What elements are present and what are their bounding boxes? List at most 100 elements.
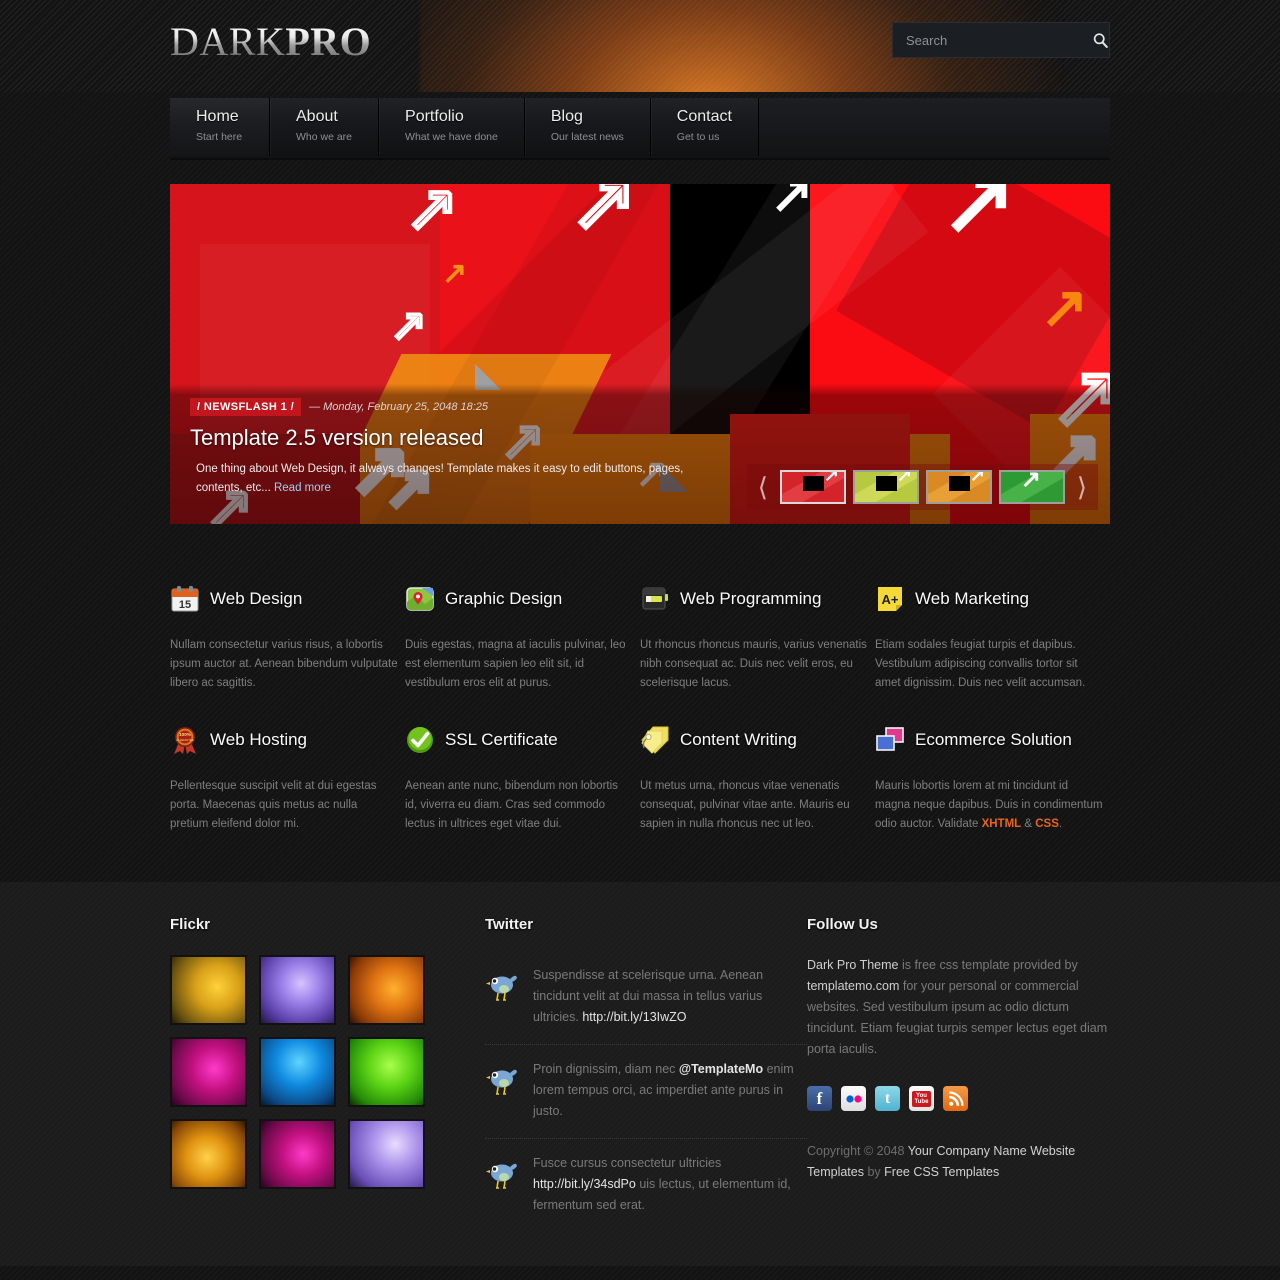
tweet-before: Proin dignissim, diam nec — [533, 1062, 679, 1076]
xhtml-link[interactable]: XHTML — [982, 818, 1022, 830]
copyright-pre: Copyright © 2048 — [807, 1144, 908, 1158]
tweet-text: Fusce cursus consectetur ultricies http:… — [533, 1153, 807, 1216]
nav-item-contact[interactable]: Contact Get to us — [650, 98, 759, 156]
service-title[interactable]: Web Hosting — [210, 730, 307, 750]
service-title[interactable]: SSL Certificate — [445, 730, 558, 750]
service-text-mid: & — [1021, 818, 1036, 830]
svg-text:A+: A+ — [882, 592, 899, 607]
flickr-heading: Flickr — [170, 916, 211, 933]
rss-icon[interactable] — [943, 1086, 968, 1111]
css-link[interactable]: CSS — [1035, 818, 1059, 830]
nav-item-home[interactable]: Home Start here — [170, 98, 270, 156]
nav-label: About — [296, 108, 338, 125]
battery-icon — [640, 584, 670, 614]
map-pin-icon — [405, 584, 435, 614]
company-name-link[interactable]: Your Company Name — [908, 1144, 1027, 1158]
grade-note-icon: A+ — [875, 584, 905, 614]
slide-text: One thing about Web Design, it always ch… — [190, 460, 685, 498]
slider-next-button[interactable]: ⟩ — [1072, 474, 1092, 500]
service-title[interactable]: Ecommerce Solution — [915, 730, 1072, 750]
svg-text:15: 15 — [179, 599, 191, 611]
service-text: Ut metus urna, rhoncus vitae venenatis c… — [640, 780, 850, 830]
tweet-link[interactable]: http://bit.ly/13IwZO — [582, 1010, 686, 1024]
flickr-icon[interactable] — [841, 1086, 866, 1111]
slide-thumb-4[interactable]: ↗ — [998, 470, 1065, 504]
copyright-by: by — [863, 1165, 885, 1179]
nav-sublabel: Get to us — [676, 131, 720, 143]
flickr-thumb-7[interactable] — [170, 1119, 247, 1189]
nav-sublabel: What we have done — [405, 131, 498, 143]
tweet-text: Proin dignissim, diam nec @TemplateMo en… — [533, 1059, 807, 1122]
service-title[interactable]: Web Design — [210, 589, 302, 609]
site-header: DARKPRO — [0, 0, 1280, 92]
nav-item-portfolio[interactable]: Portfolio What we have done — [379, 98, 525, 156]
windows-icon — [875, 725, 905, 755]
slide-thumb-3[interactable]: ↗ — [925, 470, 992, 504]
main-navigation: Home Start here About Who we are Portfol… — [170, 98, 1110, 160]
youtube-icon[interactable]: You Tube — [909, 1086, 934, 1111]
service-web-programming: Web Programming Ut rhoncus rhoncus mauri… — [640, 584, 868, 693]
facebook-icon[interactable]: f — [807, 1086, 832, 1111]
slide-date: — Monday, February 25, 2048 18:25 — [309, 401, 489, 413]
flickr-thumb-3[interactable] — [348, 955, 425, 1025]
follow-mid: is free css template provided by — [898, 958, 1078, 972]
flickr-thumb-1[interactable] — [170, 955, 247, 1025]
flickr-thumb-6[interactable] — [348, 1037, 425, 1107]
nav-label: Portfolio — [405, 108, 464, 125]
templatemo-link[interactable]: templatemo.com — [807, 979, 899, 993]
tweet-item: Suspendisse at scelerisque urna. Aenean … — [485, 955, 807, 1045]
flickr-thumb-2[interactable] — [259, 955, 336, 1025]
theme-name-link[interactable]: Dark Pro Theme — [807, 958, 898, 972]
slide-title[interactable]: Template 2.5 version released — [190, 425, 1090, 451]
twitter-heading: Twitter — [485, 916, 534, 933]
featured-slider[interactable]: ↗ ↗ ↗ ↗ ↗ ↗ ↗ ↗ ↗ ↗ ↗ ↗ ↗ ↗ / NEWSFLASH … — [170, 184, 1110, 524]
tweet-text: Suspendisse at scelerisque urna. Aenean … — [533, 965, 807, 1028]
site-footer: Flickr Twitter Suspendisse at scelerisqu… — [0, 882, 1280, 1266]
free-css-templates-link[interactable]: Free CSS Templates — [884, 1165, 999, 1179]
twitter-icon[interactable]: t — [875, 1086, 900, 1111]
slide-thumb-1[interactable]: ↗ — [779, 470, 846, 504]
flickr-thumb-9[interactable] — [348, 1119, 425, 1189]
service-text: Aenean ante nunc, bibendum non lobortis … — [405, 780, 618, 830]
footer-twitter-column: Twitter Suspendisse at scelerisque urna.… — [485, 916, 807, 1236]
service-text-after: . — [1058, 818, 1063, 830]
slide-badge: / NEWSFLASH 1 / — [190, 398, 302, 416]
search-box[interactable] — [892, 22, 1110, 58]
twitter-bird-icon — [485, 1063, 521, 1097]
service-text: Duis egestas, magna at iaculis pulvinar,… — [405, 639, 626, 689]
tweet-item: Fusce cursus consectetur ultricies http:… — [485, 1143, 807, 1232]
twitter-bird-icon — [485, 969, 521, 1003]
service-title[interactable]: Graphic Design — [445, 589, 562, 609]
twitter-bird-icon — [485, 1157, 521, 1191]
slide-thumb-2[interactable]: ↗ — [852, 470, 919, 504]
site-logo[interactable]: DARKPRO — [170, 22, 371, 62]
flickr-thumb-5[interactable] — [259, 1037, 336, 1107]
search-input[interactable] — [893, 32, 1092, 48]
search-button[interactable] — [1092, 23, 1109, 57]
check-circle-icon — [405, 725, 435, 755]
nav-item-blog[interactable]: Blog Our latest news — [524, 98, 651, 156]
flickr-thumb-4[interactable] — [170, 1037, 247, 1107]
service-text: Pellentesque suscipit velit at dui egest… — [170, 780, 377, 830]
follow-heading: Follow Us — [807, 916, 878, 933]
service-ecommerce-solution: Ecommerce Solution Mauris lobortis lorem… — [875, 725, 1103, 834]
service-title[interactable]: Web Marketing — [915, 589, 1029, 609]
nav-label: Contact — [676, 108, 732, 125]
tweet-mention[interactable]: @TemplateMo — [679, 1062, 763, 1076]
nav-label: Home — [196, 108, 239, 125]
slider-prev-button[interactable]: ⟨ — [753, 474, 773, 500]
service-title[interactable]: Web Programming — [680, 589, 821, 609]
nav-item-about[interactable]: About Who we are — [270, 98, 380, 156]
service-graphic-design: Graphic Design Duis egestas, magna at ia… — [405, 584, 633, 693]
flickr-thumb-8[interactable] — [259, 1119, 336, 1189]
nav-sublabel: Our latest news — [550, 131, 624, 143]
tweet-link[interactable]: http://bit.ly/34sdPo — [533, 1177, 636, 1191]
service-title[interactable]: Content Writing — [680, 730, 797, 750]
service-text: Etiam sodales feugiat turpis et dapibus.… — [875, 639, 1086, 689]
service-web-hosting: 100% GUARANTEE Web Hosting Pellentesque … — [170, 725, 398, 834]
service-text: Nullam consectetur varius risus, a lobor… — [170, 639, 398, 689]
nav-sublabel: Start here — [196, 131, 243, 143]
service-ssl-certificate: SSL Certificate Aenean ante nunc, bibend… — [405, 725, 633, 834]
guarantee-ribbon-icon: 100% GUARANTEE — [170, 725, 200, 755]
read-more-link[interactable]: Read more — [274, 482, 331, 494]
